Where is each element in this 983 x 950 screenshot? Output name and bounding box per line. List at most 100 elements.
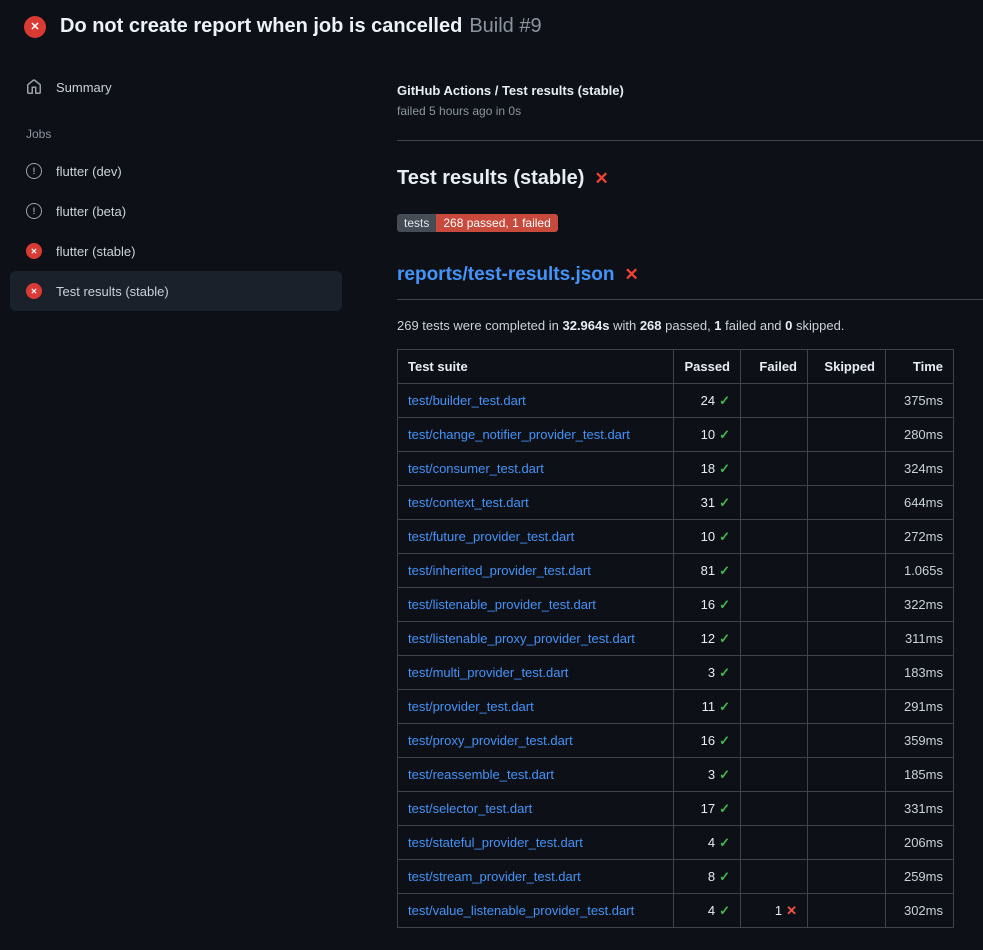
test-suite-link[interactable]: test/builder_test.dart bbox=[408, 393, 526, 408]
test-suite-link[interactable]: test/stateful_provider_test.dart bbox=[408, 835, 583, 850]
sidebar-item-label: Test results (stable) bbox=[56, 284, 169, 299]
table-row: test/change_notifier_provider_test.dart1… bbox=[398, 418, 954, 452]
failed-x-circle-icon: ✕ bbox=[24, 16, 46, 38]
check-icon: ✓ bbox=[719, 903, 730, 918]
test-suite-cell: test/value_listenable_provider_test.dart bbox=[398, 894, 674, 928]
passed-cell: 12✓ bbox=[674, 622, 741, 656]
test-suite-cell: test/stateful_provider_test.dart bbox=[398, 826, 674, 860]
divider bbox=[397, 140, 983, 141]
sidebar-item-flutter-dev[interactable]: !flutter (dev) bbox=[10, 151, 342, 191]
column-header-time: Time bbox=[886, 350, 954, 384]
time-cell: 375ms bbox=[886, 384, 954, 418]
check-icon: ✓ bbox=[719, 563, 730, 578]
check-icon: ✓ bbox=[719, 801, 730, 816]
test-suite-cell: test/multi_provider_test.dart bbox=[398, 656, 674, 690]
passed-cell: 17✓ bbox=[674, 792, 741, 826]
failed-x-icon: ✕ bbox=[594, 169, 608, 189]
report-file-link[interactable]: reports/test-results.json bbox=[397, 264, 615, 286]
passed-cell: 24✓ bbox=[674, 384, 741, 418]
test-suite-cell: test/context_test.dart bbox=[398, 486, 674, 520]
test-suite-link[interactable]: test/future_provider_test.dart bbox=[408, 529, 574, 544]
table-row: test/multi_provider_test.dart3✓183ms bbox=[398, 656, 954, 690]
check-run-heading: Test results (stable) ✕ bbox=[397, 167, 983, 190]
check-icon: ✓ bbox=[719, 835, 730, 850]
check-icon: ✓ bbox=[719, 767, 730, 782]
failed-cell bbox=[741, 758, 808, 792]
test-suite-link[interactable]: test/value_listenable_provider_test.dart bbox=[408, 903, 634, 918]
check-icon: ✓ bbox=[719, 393, 730, 408]
test-suite-link[interactable]: test/context_test.dart bbox=[408, 495, 529, 510]
home-icon bbox=[26, 79, 42, 95]
failed-cell bbox=[741, 588, 808, 622]
failed-cell bbox=[741, 520, 808, 554]
check-icon: ✓ bbox=[719, 495, 730, 510]
failed-cell: 1✕ bbox=[741, 894, 808, 928]
table-row: test/provider_test.dart11✓291ms bbox=[398, 690, 954, 724]
sidebar-item-label: flutter (stable) bbox=[56, 244, 135, 259]
passed-cell: 11✓ bbox=[674, 690, 741, 724]
badge-value: 268 passed, 1 failed bbox=[436, 214, 557, 232]
test-suite-link[interactable]: test/consumer_test.dart bbox=[408, 461, 544, 476]
sidebar-item-test-results-stable[interactable]: ✕ Test results (stable) bbox=[10, 271, 342, 311]
test-suite-link[interactable]: test/stream_provider_test.dart bbox=[408, 869, 581, 884]
sidebar-item-flutter-stable[interactable]: ✕flutter (stable) bbox=[10, 231, 342, 271]
sidebar: Summary Jobs !flutter (dev)!flutter (bet… bbox=[0, 53, 352, 311]
summary-duration: 32.964s bbox=[562, 318, 609, 333]
table-row: test/stream_provider_test.dart8✓259ms bbox=[398, 860, 954, 894]
test-suite-link[interactable]: test/change_notifier_provider_test.dart bbox=[408, 427, 630, 442]
test-suite-link[interactable]: test/listenable_proxy_provider_test.dart bbox=[408, 631, 635, 646]
test-suite-link[interactable]: test/inherited_provider_test.dart bbox=[408, 563, 591, 578]
test-suite-cell: test/future_provider_test.dart bbox=[398, 520, 674, 554]
test-suite-cell: test/builder_test.dart bbox=[398, 384, 674, 418]
passed-cell: 4✓ bbox=[674, 894, 741, 928]
skipped-cell bbox=[808, 894, 886, 928]
time-cell: 1.065s bbox=[886, 554, 954, 588]
time-cell: 206ms bbox=[886, 826, 954, 860]
test-suite-cell: test/provider_test.dart bbox=[398, 690, 674, 724]
failed-cell bbox=[741, 724, 808, 758]
failed-cell bbox=[741, 792, 808, 826]
test-suite-link[interactable]: test/proxy_provider_test.dart bbox=[408, 733, 573, 748]
table-header-row: Test suite Passed Failed Skipped Time bbox=[398, 350, 954, 384]
table-row: test/consumer_test.dart18✓324ms bbox=[398, 452, 954, 486]
check-icon: ✓ bbox=[719, 529, 730, 544]
test-suite-link[interactable]: test/listenable_provider_test.dart bbox=[408, 597, 596, 612]
check-icon: ✓ bbox=[719, 665, 730, 680]
failed-cell bbox=[741, 554, 808, 588]
tests-status-badge: tests 268 passed, 1 failed bbox=[397, 214, 558, 232]
sidebar-item-flutter-beta[interactable]: !flutter (beta) bbox=[10, 191, 342, 231]
table-row: test/inherited_provider_test.dart 81✓ 1.06… bbox=[398, 554, 954, 588]
summary-text: 269 tests were completed in bbox=[397, 318, 562, 333]
test-suite-cell: test/selector_test.dart bbox=[398, 792, 674, 826]
passed-cell: 10✓ bbox=[674, 520, 741, 554]
check-icon: ✓ bbox=[719, 699, 730, 714]
table-row: test/reassemble_test.dart3✓185ms bbox=[398, 758, 954, 792]
skipped-cell bbox=[808, 860, 886, 894]
badge-label: tests bbox=[397, 214, 436, 232]
time-cell: 311ms bbox=[886, 622, 954, 656]
failed-cell bbox=[741, 860, 808, 894]
failed-cell bbox=[741, 656, 808, 690]
test-suite-cell: test/consumer_test.dart bbox=[398, 452, 674, 486]
test-suite-link[interactable]: test/reassemble_test.dart bbox=[408, 767, 554, 782]
skipped-cell bbox=[808, 554, 886, 588]
test-suite-link[interactable]: test/multi_provider_test.dart bbox=[408, 665, 568, 680]
failed-cell bbox=[741, 690, 808, 724]
passed-cell: 31✓ bbox=[674, 486, 741, 520]
sidebar-summary-label: Summary bbox=[56, 80, 112, 95]
test-suite-link[interactable]: test/selector_test.dart bbox=[408, 801, 532, 816]
table-row: test/value_listenable_provider_test.dart… bbox=[398, 894, 954, 928]
sidebar-item-summary[interactable]: Summary bbox=[10, 67, 342, 107]
passed-cell: 4✓ bbox=[674, 826, 741, 860]
time-cell: 183ms bbox=[886, 656, 954, 690]
sidebar-item-label: flutter (beta) bbox=[56, 204, 126, 219]
test-suite-link[interactable]: test/provider_test.dart bbox=[408, 699, 534, 714]
passed-cell: 81✓ bbox=[674, 554, 741, 588]
check-icon: ✓ bbox=[719, 461, 730, 476]
test-summary-line: 269 tests were completed in 32.964s with… bbox=[397, 318, 983, 333]
summary-text: failed and bbox=[722, 318, 786, 333]
check-icon: ✓ bbox=[719, 733, 730, 748]
x-circle-icon: ✕ bbox=[26, 283, 42, 299]
run-status-line: failed 5 hours ago in 0s bbox=[397, 104, 983, 118]
time-cell: 359ms bbox=[886, 724, 954, 758]
